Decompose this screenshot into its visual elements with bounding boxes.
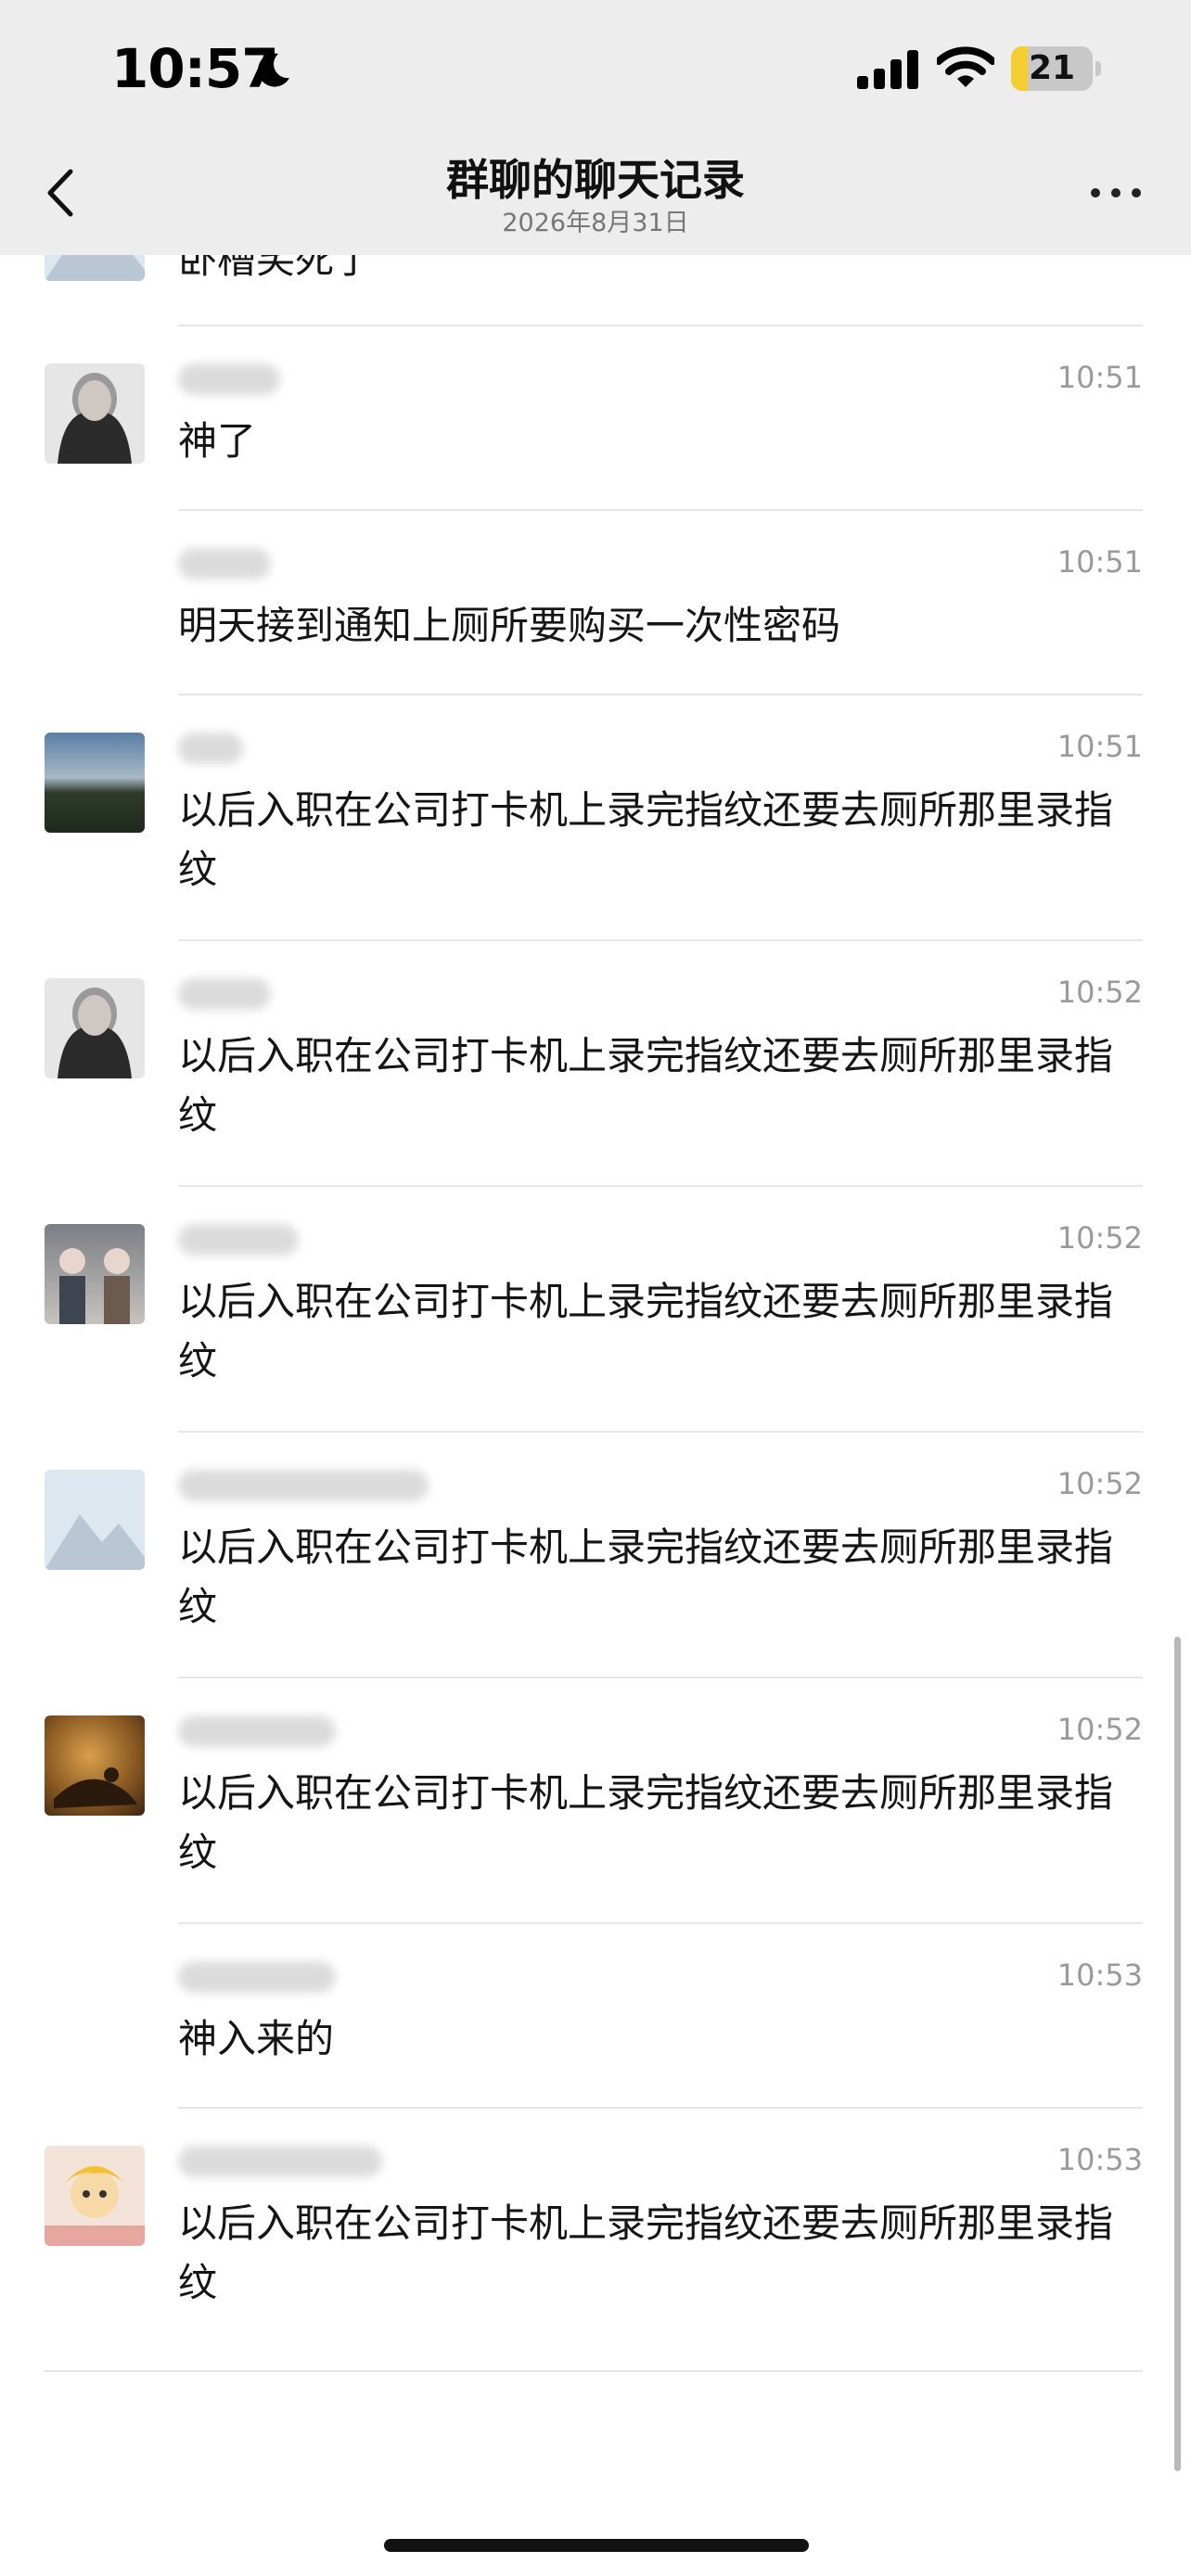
chat-message[interactable]: 10:52 以后入职在公司打卡机上录完指纹还要去厕所那里录指纹 [0, 1187, 1191, 1433]
sender-name-blurred [178, 978, 271, 1010]
message-text: 明天接到通知上厕所要购买一次性密码 [178, 603, 841, 648]
sender-avatar[interactable] [45, 1470, 145, 1570]
message-time: 10:53 [1057, 2142, 1143, 2177]
message-time: 10:52 [1057, 975, 1143, 1010]
sender-name-blurred [178, 363, 280, 395]
more-dots-icon [1091, 188, 1100, 198]
sender-avatar[interactable] [45, 363, 145, 464]
sender-avatar[interactable] [45, 978, 145, 1078]
sender-name-blurred [178, 733, 243, 764]
message-text: 以后入职在公司打卡机上录完指纹还要去厕所那里录指纹 [178, 1279, 1114, 1384]
sender-avatar[interactable] [45, 733, 145, 833]
message-text: 神入来的 [178, 2016, 335, 2061]
sender-avatar[interactable] [45, 2146, 145, 2246]
list-end-divider [45, 2370, 1143, 2372]
sender-avatar[interactable] [45, 1715, 145, 1816]
sender-name-blurred [178, 1224, 299, 1256]
wifi-icon [937, 46, 994, 87]
chat-message[interactable]: 10:51 以后入职在公司打卡机上录完指纹还要去厕所那里录指纹 [0, 695, 1191, 941]
message-text: 以后入职在公司打卡机上录完指纹还要去厕所那里录指纹 [178, 1524, 1114, 1629]
chat-message[interactable]: 10:52 以后入职在公司打卡机上录完指纹还要去厕所那里录指纹 [0, 1433, 1191, 1678]
message-time: 10:51 [1057, 544, 1143, 580]
navigation-header: 10:57 21 群聊的聊天记录 2026年8月31日 [0, 0, 1191, 255]
message-time: 10:52 [1057, 1466, 1143, 1501]
sender-name-blurred [178, 1470, 429, 1501]
sender-avatar[interactable] [45, 1224, 145, 1324]
home-indicator[interactable] [384, 2539, 809, 2552]
message-time: 10:53 [1057, 1958, 1143, 1993]
message-text: 神了 [178, 418, 257, 464]
message-time: 10:51 [1057, 360, 1143, 395]
sender-name-blurred [178, 548, 271, 580]
chat-message[interactable]: 10:51 神了 [0, 326, 1191, 511]
more-options-button[interactable] [1083, 174, 1148, 211]
message-time: 10:51 [1057, 729, 1143, 764]
message-time: 10:52 [1057, 1220, 1143, 1256]
sender-name-blurred [178, 1715, 336, 1747]
chat-message[interactable]: 10:53 神入来的 [0, 1924, 1191, 2109]
page-subtitle-date: 2026年8月31日 [502, 209, 689, 237]
message-time: 10:52 [1057, 1712, 1143, 1747]
message-text: 以后入职在公司打卡机上录完指纹还要去厕所那里录指纹 [178, 1770, 1114, 1875]
message-text: 以后入职在公司打卡机上录完指纹还要去厕所那里录指纹 [178, 2200, 1114, 2305]
page-title: 群聊的聊天记录 [446, 155, 745, 205]
chat-message[interactable]: 10:53 以后入职在公司打卡机上录完指纹还要去厕所那里录指纹 [0, 2109, 1191, 2368]
battery-level-text: 21 [1028, 49, 1076, 87]
sender-name-blurred [178, 1961, 336, 1993]
battery-icon: 21 [1011, 46, 1102, 91]
chat-message[interactable]: 10:51 明天接到通知上厕所要购买一次性密码 [0, 511, 1191, 695]
message-text: 以后入职在公司打卡机上录完指纹还要去厕所那里录指纹 [178, 1033, 1114, 1138]
signal-icon [857, 50, 918, 89]
moon-icon [258, 53, 289, 87]
chat-message[interactable]: 10:52 以后入职在公司打卡机上录完指纹还要去厕所那里录指纹 [0, 1678, 1191, 1924]
scroll-indicator[interactable] [1174, 1637, 1181, 2471]
sender-name-blurred [178, 2146, 382, 2177]
chat-message[interactable]: 10:52 以后入职在公司打卡机上录完指纹还要去厕所那里录指纹 [0, 941, 1191, 1187]
message-text: 以后入职在公司打卡机上录完指纹还要去厕所那里录指纹 [178, 787, 1114, 892]
